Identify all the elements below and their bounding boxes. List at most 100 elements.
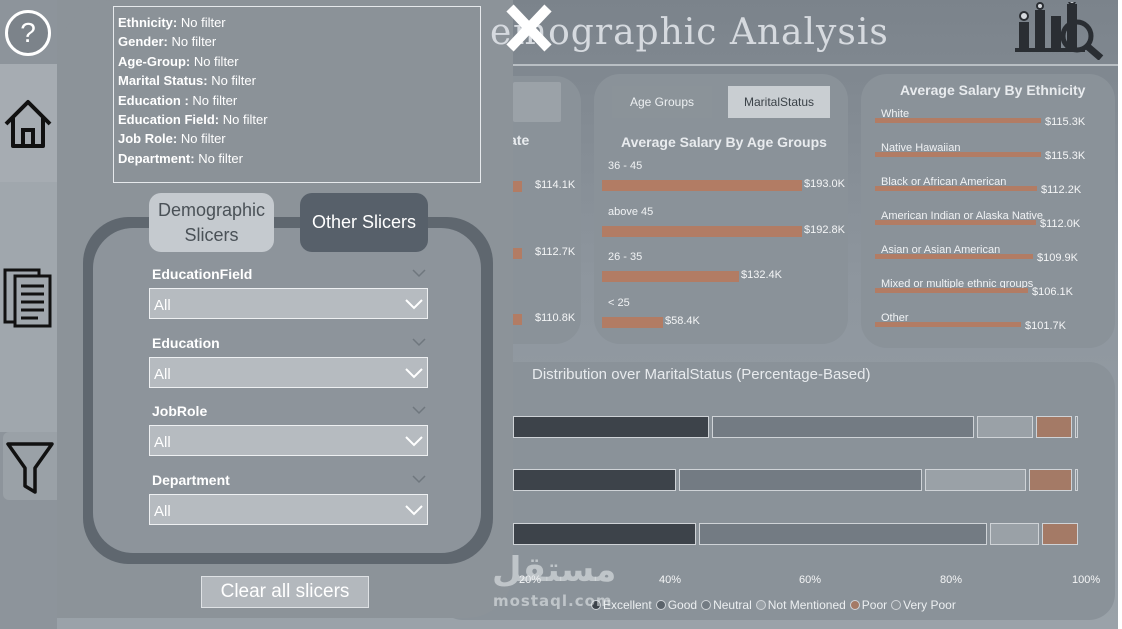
left-card-value: $112.7K <box>535 246 576 258</box>
legend-label[interactable]: Very Poor <box>903 598 956 612</box>
ethnicity-salary-value: $115.3K <box>1045 150 1086 162</box>
legend-label[interactable]: Neutral <box>713 598 752 612</box>
slicer-label: Department <box>152 472 230 488</box>
chevron-down-icon <box>405 368 423 379</box>
toggle-marital-status[interactable]: MaritalStatus <box>728 86 830 118</box>
filter-key: Marital Status: <box>118 73 208 89</box>
legend-marker-icon <box>849 600 860 610</box>
left-card-bar <box>512 248 522 259</box>
ethnicity-salary-value: $106.1K <box>1032 286 1073 298</box>
legend-label[interactable]: Poor <box>862 598 887 612</box>
ethnicity-salary-value: $101.7K <box>1025 320 1066 332</box>
age-group-label: 36 - 45 <box>608 160 643 172</box>
dropdown-value: All <box>154 297 171 314</box>
left-card-value: $110.8K <box>535 312 576 324</box>
left-card-bar <box>512 181 522 192</box>
ethnicity-salary-bar <box>875 288 1028 293</box>
filter-key: Department: <box>118 150 195 166</box>
dropdown-value: All <box>154 503 171 520</box>
stacked-segment-neutral <box>679 469 923 491</box>
age-card-title: Average Salary By Age Groups <box>621 134 827 150</box>
clear-all-slicers-button[interactable]: Clear all slicers <box>201 576 369 608</box>
ethnicity-salary-bar <box>875 254 1033 259</box>
report-title: mographic Analysis <box>513 12 889 53</box>
filter-value: No filter <box>167 34 217 50</box>
age-salary-card: Age Groups MaritalStatus Average Salary … <box>594 74 848 344</box>
age-group-label: above 45 <box>608 205 654 218</box>
left-card-bar <box>512 314 522 325</box>
ethnicity-salary-card: Average Salary By Ethnicity White $115.3K… <box>861 74 1115 348</box>
ethnicity-salary-bar <box>875 118 1041 123</box>
legend-marker-icon <box>891 600 902 610</box>
slicer-label: JobRole <box>152 403 208 419</box>
filter-summary-line: Marital Status: No filter <box>118 71 476 90</box>
filter-summary-line: Education : No filter <box>118 91 476 110</box>
filter-summary-line: Age-Group: No filter <box>118 52 476 71</box>
ethnicity-salary-bar <box>875 152 1041 157</box>
dropdown-value: All <box>154 434 171 451</box>
slicer-collapse-chevron-icon[interactable] <box>412 268 426 278</box>
x-axis-tick-label: 40% <box>659 574 682 586</box>
help-button[interactable]: ? <box>5 10 51 56</box>
tab-other-slicers[interactable]: Other Slicers <box>300 193 428 252</box>
age-salary-value: $193.0K <box>804 178 845 190</box>
slicer-dropdown[interactable]: All <box>149 494 428 525</box>
slicer-dropdown[interactable]: All <box>149 357 428 388</box>
filter-key: Education : <box>118 92 189 108</box>
chart-legend: Excellent Good Neutral Not Mentioned Poor Ver… <box>587 598 956 612</box>
age-group-label: 26 - 35 <box>608 251 643 263</box>
slicer-collapse-chevron-icon[interactable] <box>412 405 426 415</box>
tab-demographic-slicers[interactable]: Demographic Slicers <box>149 193 274 252</box>
age-salary-value: $192.8K <box>804 223 845 236</box>
distribution-title: Distribution over MaritalStatus (Percent… <box>532 366 871 383</box>
dropdown-value: All <box>154 366 171 383</box>
report-icon <box>3 268 52 328</box>
slicer-label: Education <box>152 335 220 351</box>
slicer-dropdown[interactable]: All <box>149 288 428 319</box>
legend-label[interactable]: Not Mentioned <box>768 598 846 612</box>
filter-value: No filter <box>177 15 226 30</box>
stacked-segment-not-mentioned <box>977 416 1033 438</box>
stacked-segment-poor <box>1042 523 1078 545</box>
x-axis-tick-label: 100% <box>1072 574 1101 586</box>
card-header-block <box>513 82 561 122</box>
filter-summary-line: Department: No filter <box>118 149 476 168</box>
slicer-collapse-chevron-icon[interactable] <box>412 474 426 484</box>
legend-label[interactable]: Good <box>668 598 697 612</box>
age-salary-bar <box>602 271 739 282</box>
nav-filter[interactable] <box>3 432 57 500</box>
analytics-logo-icon <box>1015 2 1104 60</box>
chevron-down-icon <box>405 299 423 310</box>
stacked-segment-neutral <box>698 523 988 545</box>
ethnicity-salary-value: $115.3K <box>1045 116 1086 128</box>
filter-value: No filter <box>190 53 239 69</box>
stacked-segment-not-mentioned <box>990 523 1040 545</box>
tab-demographic-line1: Demographic <box>157 200 266 220</box>
age-salary-bar <box>602 225 802 237</box>
legend-marker-icon <box>655 600 666 610</box>
nav-report[interactable] <box>0 182 57 432</box>
stacked-segment-poor <box>1035 416 1072 438</box>
filter-icon <box>6 442 54 494</box>
filter-key: Gender: <box>118 34 168 50</box>
side-nav: ? <box>0 0 57 629</box>
slicer-collapse-chevron-icon[interactable] <box>412 337 426 347</box>
age-salary-value: $132.4K <box>741 269 782 281</box>
nav-home[interactable] <box>0 64 57 182</box>
stacked-segment-not-mentioned <box>925 469 1027 491</box>
filter-key: Education Field: <box>118 112 220 128</box>
home-icon <box>4 100 52 148</box>
age-group-label: < 25 <box>608 296 630 309</box>
stacked-segment-very-poor <box>1074 416 1078 438</box>
stacked-segment-very-poor <box>1074 469 1078 491</box>
close-panel-icon[interactable] <box>502 2 556 54</box>
age-salary-bar <box>602 180 802 191</box>
filter-key: Job Role: <box>118 131 178 147</box>
filter-summary-line: Gender: No filter <box>118 32 476 51</box>
toggle-age-groups[interactable]: Age Groups <box>612 86 712 118</box>
slicer-dropdown[interactable]: All <box>149 425 428 456</box>
tab-demographic-line2: Slicers <box>184 225 239 245</box>
filter-value: No filter <box>194 150 243 166</box>
ethnicity-card-title: Average Salary By Ethnicity <box>900 82 1086 98</box>
filter-value: No filter <box>219 112 268 128</box>
